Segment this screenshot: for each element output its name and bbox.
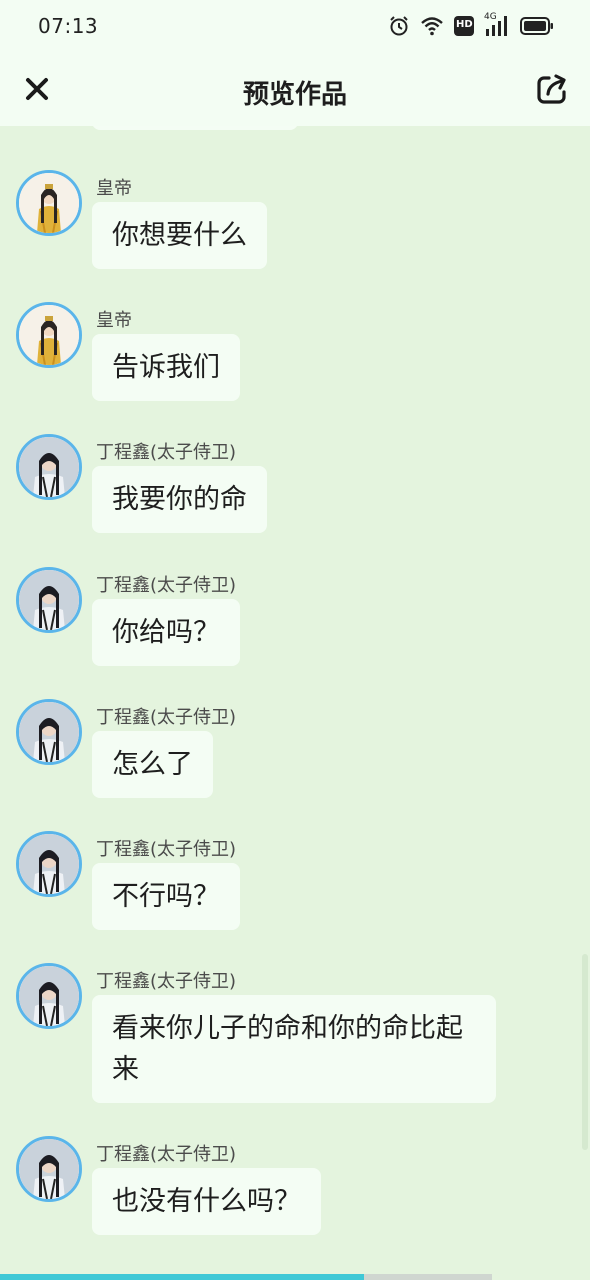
hd-label: HD [456,19,473,30]
share-icon [537,74,566,104]
guard-avatar-image [19,437,79,497]
scrollbar[interactable] [582,954,588,1150]
sender-name: 皇帝 [96,178,132,199]
progress-fill [0,1274,365,1280]
guard-avatar[interactable] [16,831,82,897]
page-title: 预览作品 [242,80,347,110]
guard-avatar[interactable] [16,699,82,765]
sender-name: 丁程鑫(太子侍卫) [96,971,237,992]
emperor-avatar-image [19,305,79,365]
title-bar: 预览作品 [0,54,590,126]
4g-signal-icon: 4G [484,12,510,37]
previous-message-bubble [92,126,298,130]
guard-avatar[interactable] [16,963,82,1029]
progress-bar [0,1272,590,1280]
guard-avatar[interactable] [16,1136,82,1202]
message-bubble[interactable]: 你给吗？ [92,599,240,666]
sender-name: 丁程鑫(太子侍卫) [96,442,237,463]
status-icons: HD 4G [388,12,554,38]
guard-avatar[interactable] [16,567,82,633]
hd-icon: HD [454,16,474,36]
guard-avatar-image [19,834,79,894]
guard-avatar[interactable] [16,434,82,500]
share-button[interactable] [532,69,572,109]
message-bubble[interactable]: 你想要什么 [92,202,267,269]
message-bubble[interactable]: 告诉我们 [92,334,240,401]
sender-name: 丁程鑫(太子侍卫) [96,707,237,728]
status-bar: 07:13 HD 4G [0,0,590,54]
sender-name: 丁程鑫(太子侍卫) [96,1144,237,1165]
guard-avatar-image [19,570,79,630]
message-bubble[interactable]: 不行吗？ [92,863,240,930]
message-bubble[interactable]: 我要你的命 [92,466,267,533]
chat-feed[interactable]: 皇帝 你想要什么 皇帝 告诉我们 丁程鑫(太子侍卫) 我要你的命 丁程鑫(太子侍… [0,126,590,1272]
emperor-avatar[interactable] [16,302,82,368]
status-time: 07:13 [38,14,99,38]
message-bubble[interactable]: 怎么了 [92,731,213,798]
guard-avatar-image [19,702,79,762]
guard-avatar-image [19,966,79,1026]
sender-name: 皇帝 [96,310,132,331]
emperor-avatar[interactable] [16,170,82,236]
wifi-icon [421,17,443,36]
message-bubble[interactable]: 也没有什么吗？ [92,1168,321,1235]
sender-name: 丁程鑫(太子侍卫) [96,575,237,596]
guard-avatar-image [19,1139,79,1199]
alarm-icon [390,16,408,36]
sender-name: 丁程鑫(太子侍卫) [96,839,237,860]
message-bubble[interactable]: 看来你儿子的命和你的命比起来 [92,995,496,1103]
emperor-avatar-image [19,173,79,233]
battery-icon [520,17,553,35]
